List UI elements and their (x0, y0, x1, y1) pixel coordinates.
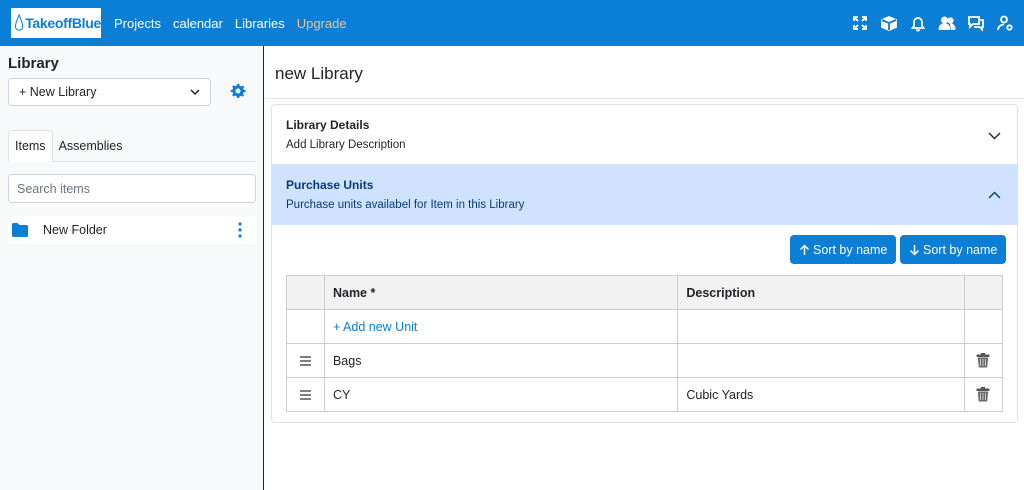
sort-desc-button[interactable]: Sort by name (900, 235, 1007, 264)
main-nav: Projects calendar Libraries Upgrade (114, 0, 347, 46)
table-row: Bags (286, 343, 1004, 378)
bell-icon[interactable] (909, 14, 927, 32)
tab-assemblies[interactable]: Assemblies (53, 130, 129, 162)
drag-handle-icon[interactable] (299, 390, 311, 400)
accordion-purchase-units[interactable]: Purchase Units Purchase units availabel … (272, 165, 1017, 225)
user-settings-icon[interactable] (996, 14, 1014, 32)
folder-item[interactable]: New Folder (8, 216, 256, 244)
top-navbar: TakeoffBlue Projects calendar Libraries … (0, 0, 1024, 46)
unit-name[interactable]: Bags (323, 343, 679, 378)
sidebar-tabs: Items Assemblies (8, 130, 256, 162)
section-subtitle: Add Library Description (286, 139, 406, 151)
library-sidebar: Library + New Library Items Assemblies N… (0, 46, 264, 490)
folder-icon (12, 223, 28, 237)
chevron-up-icon (988, 191, 1001, 199)
tab-items[interactable]: Items (8, 130, 53, 162)
section-heading: Library Details (286, 118, 370, 132)
unit-name[interactable]: CY (323, 377, 679, 412)
sort-asc-button[interactable]: Sort by name (790, 235, 897, 264)
users-icon[interactable] (938, 14, 956, 32)
section-heading: Purchase Units (286, 178, 374, 192)
chevron-down-icon (190, 89, 200, 96)
gear-icon[interactable] (230, 83, 246, 99)
unit-description[interactable]: Cubic Yards (677, 377, 965, 412)
top-icon-group (851, 0, 1014, 46)
box-icon[interactable] (880, 14, 898, 32)
library-accordion: Library Details Add Library Description … (271, 104, 1018, 423)
name-column-header[interactable]: Name * (323, 275, 679, 310)
description-column-header[interactable]: Description (677, 275, 965, 310)
accordion-library-details[interactable]: Library Details Add Library Description (272, 105, 1017, 165)
fullscreen-icon[interactable] (851, 14, 869, 32)
logo-drop-icon (14, 13, 24, 31)
purchase-units-table: Name * Description + Add new Unit Bags C… (286, 275, 1004, 412)
brand-name: TakeoffBlue (25, 15, 101, 31)
table-header-row: Name * Description (286, 275, 1004, 310)
chat-icon[interactable] (967, 14, 985, 32)
nav-calendar[interactable]: calendar (173, 16, 223, 31)
kebab-menu-icon[interactable] (238, 222, 242, 238)
chevron-down-icon (988, 132, 1001, 140)
title-divider (265, 98, 1024, 99)
drag-handle-icon[interactable] (299, 356, 311, 366)
nav-upgrade[interactable]: Upgrade (297, 16, 347, 31)
folder-name: New Folder (43, 223, 107, 237)
trash-icon[interactable] (976, 353, 990, 368)
sort-asc-label: Sort by name (813, 242, 888, 257)
section-subtitle: Purchase units availabel for Item in thi… (286, 199, 525, 211)
library-select-value: + New Library (19, 85, 97, 99)
library-select[interactable]: + New Library (8, 78, 211, 106)
nav-libraries[interactable]: Libraries (235, 16, 285, 31)
unit-description[interactable] (677, 343, 965, 378)
add-unit-row: + Add new Unit (286, 309, 1004, 344)
action-column-header (963, 275, 1004, 310)
nav-projects[interactable]: Projects (114, 16, 161, 31)
table-row: CY Cubic Yards (286, 377, 1004, 412)
search-items-input[interactable] (8, 174, 256, 203)
add-new-unit-link[interactable]: + Add new Unit (333, 320, 417, 334)
brand-logo[interactable]: TakeoffBlue (10, 7, 102, 39)
arrow-up-icon (799, 243, 810, 255)
arrow-down-icon (909, 244, 920, 256)
sidebar-title: Library (8, 55, 59, 72)
trash-icon[interactable] (976, 387, 990, 402)
sort-desc-label: Sort by name (923, 242, 998, 257)
drag-column-header (286, 275, 325, 310)
page-title: new Library (275, 64, 363, 83)
main-panel: new Library Library Details Add Library … (265, 46, 1024, 490)
